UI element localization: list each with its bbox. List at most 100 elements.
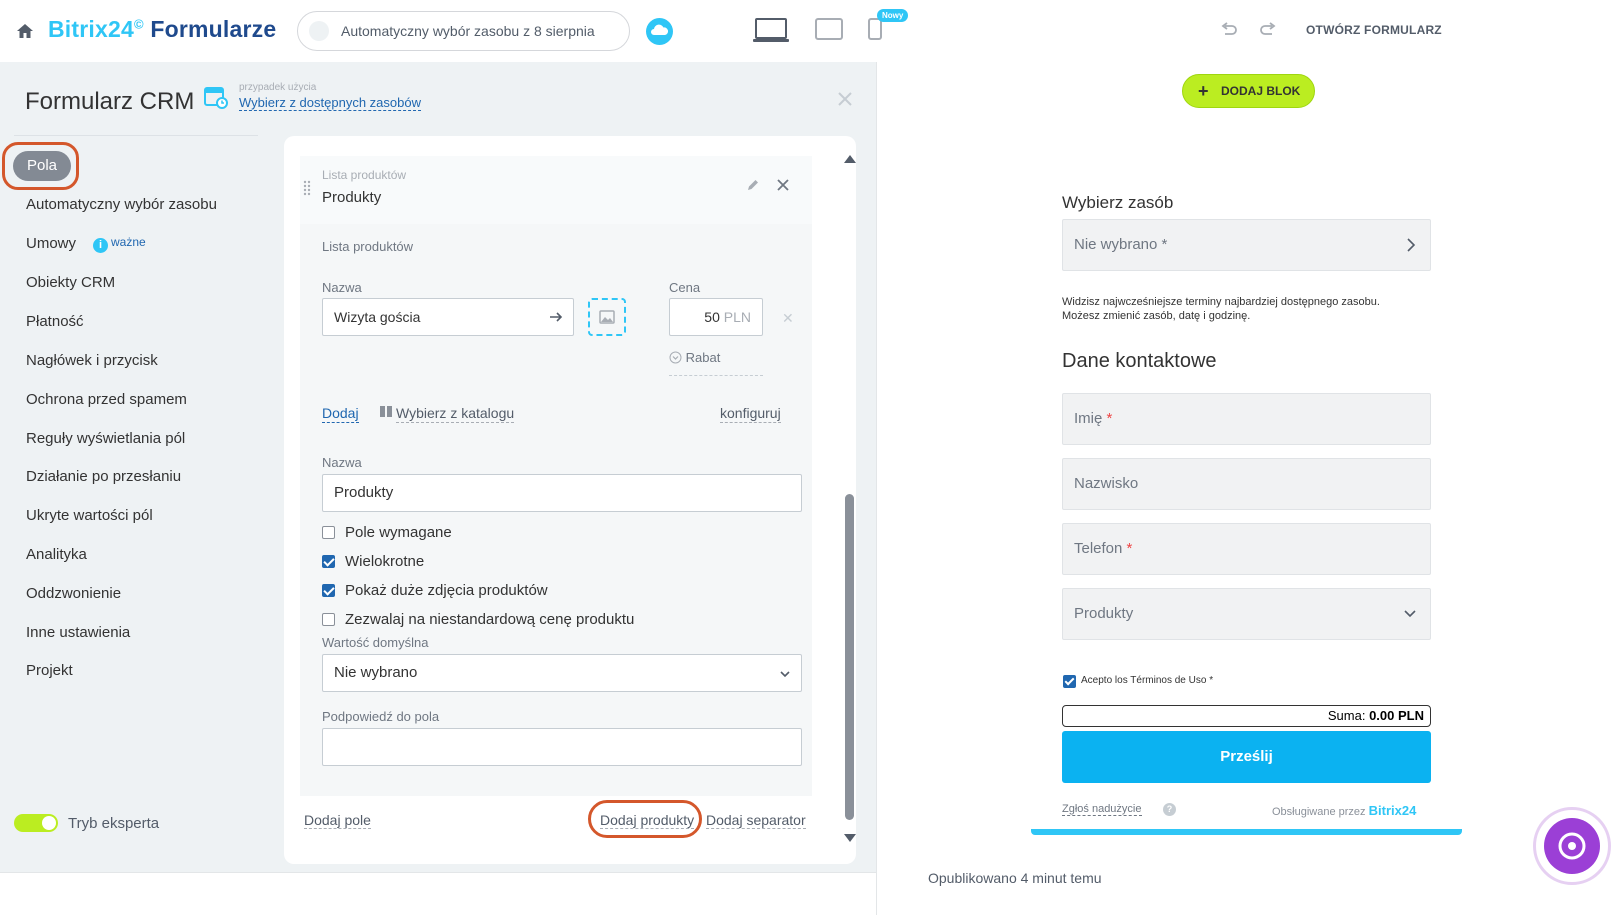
first-name-field[interactable]: Imię * [1062,393,1431,445]
product-image-upload[interactable] [588,298,626,336]
undo-icon[interactable] [1219,20,1239,40]
field-title: Produkty [322,189,382,206]
product-list-label: Lista produktów [322,239,414,254]
nav-item-umowy[interactable]: Umowy [26,235,76,252]
first-name-placeholder: Imię [1074,410,1103,427]
add-product-link[interactable]: Dodaj [322,404,359,423]
brand-name: Bitrix24 [48,16,134,42]
powered-by-label: Obsługiwane przez [1272,806,1366,818]
required-checkbox[interactable] [322,526,335,539]
products-placeholder: Produkty [1074,605,1134,622]
submit-button[interactable]: Prześlij [1062,731,1431,783]
expert-mode-label: Tryb eksperta [68,815,160,832]
nav-item-after-submit[interactable]: Działanie po przesłaniu [26,468,181,485]
scenario-icon [309,21,329,41]
field-name-label: Nazwa [322,455,362,470]
discount-toggle[interactable]: Rabat [669,350,720,365]
sum-value: 0.00 PLN [1369,708,1424,723]
add-block-button[interactable]: + DODAJ BLOK [1182,74,1315,108]
hint-input[interactable] [322,728,802,766]
nav-item-other-settings[interactable]: Inne ustawienia [26,624,130,641]
arrow-right-icon[interactable] [549,310,563,324]
pencil-icon[interactable] [746,178,760,192]
chevron-down-icon [669,351,682,364]
divider [14,135,258,136]
required-star: * [1106,410,1113,427]
default-value-select[interactable]: Nie wybrano [322,654,802,692]
last-name-field[interactable]: Nazwisko [1062,458,1431,510]
large-images-checkbox[interactable] [322,584,335,597]
terms-checkbox[interactable] [1063,675,1076,688]
nav-item-header-button[interactable]: Nagłówek i przycisk [26,352,158,369]
nav-item-callback[interactable]: Oddzwonienie [26,585,121,602]
field-header[interactable]: Lista produktów Produkty [300,156,812,224]
scrollbar-thumb[interactable] [845,494,854,820]
form-bottom-accent [1031,829,1462,835]
discount-line [669,375,763,376]
nav-item-hidden-values[interactable]: Ukryte wartości pól [26,507,153,524]
close-icon[interactable] [776,178,790,192]
price-currency: PLN [723,309,751,325]
important-badge[interactable]: i ważne [93,235,146,253]
terms-label[interactable]: Acepto los Términos de Uso * [1081,675,1213,686]
chevron-right-icon [1407,238,1416,252]
help-icon[interactable]: ? [1163,803,1176,816]
chat-icon [1544,818,1600,874]
usecase-link[interactable]: Wybierz z dostępnych zasobów [239,95,421,111]
scenario-text: Automatyczny wybór zasobu z 8 sierpnia [341,23,595,39]
discount-label: Rabat [685,350,721,365]
resource-select[interactable]: Nie wybrano * [1062,219,1431,271]
redo-icon[interactable] [1258,20,1278,40]
configure-link[interactable]: konfiguruj [720,404,781,423]
phone-field[interactable]: Telefon * [1062,523,1431,575]
nav-item-crm-objects[interactable]: Obiekty CRM [26,274,115,291]
highlight-ring [2,142,79,190]
resource-placeholder: Nie wybrano [1074,236,1158,253]
nav-item-display-rules[interactable]: Reguły wyświetlania pól [26,430,185,447]
published-status: Opublikowano 4 minut temu [928,870,1102,886]
required-star: * [1126,540,1133,557]
sum-label: Suma: [1327,708,1366,723]
expert-mode-toggle[interactable] [14,814,58,832]
top-bar: Bitrix24© Formularze Automatyczny wybór … [0,0,1616,62]
multiple-checkbox[interactable] [322,555,335,568]
custom-price-checkbox[interactable] [322,613,335,626]
home-icon[interactable] [16,22,34,40]
nav-item-design[interactable]: Projekt [26,662,73,679]
resource-title: Wybierz zasób [1062,193,1174,212]
drag-handle-icon[interactable] [303,180,311,196]
select-from-catalog-link[interactable]: Wybierz z katalogu [396,404,515,423]
nav-item-auto-resource[interactable]: Automatyczny wybór zasobu [26,196,217,213]
chat-widget-button[interactable] [1533,807,1611,885]
editor-title: Formularz CRM [25,88,195,115]
book-icon [379,405,393,423]
nav-item-payment[interactable]: Płatność [26,313,84,330]
remove-product-icon[interactable]: ✕ [782,310,794,327]
bitrix-logo[interactable]: Bitrix24 [1369,803,1417,818]
product-name-input[interactable]: Wizyta gościa [322,298,574,336]
multiple-label: Wielokrotne [345,553,425,570]
scenario-selector[interactable]: Automatyczny wybór zasobu z 8 sierpnia [297,11,630,51]
report-abuse-link[interactable]: Zgłoś nadużycie [1062,803,1142,816]
field-name-value: Produkty [334,484,394,501]
price-input[interactable]: 50 PLN [669,298,763,336]
nav-item-spam-protection[interactable]: Ochrona przed spamem [26,391,187,408]
brand-product: Formularze [150,16,277,42]
form-preview: + DODAJ BLOK Wybierz zasób Nie wybrano *… [876,62,1616,915]
products-select[interactable]: Produkty [1062,588,1431,640]
desktop-view-icon[interactable] [752,17,790,44]
open-form-button[interactable]: OTWÓRZ FORMULARZ [1306,23,1442,37]
close-icon[interactable] [836,90,854,108]
add-block-label: DODAJ BLOK [1221,84,1301,98]
chevron-down-icon [780,671,790,678]
add-field-button[interactable]: Dodaj pole [304,812,371,829]
field-name-input[interactable]: Produkty [322,474,802,512]
scroll-up-icon[interactable] [844,155,856,163]
resource-note-line: Widzisz najwcześniejsze terminy najbardz… [1062,296,1380,308]
cloud-save-icon[interactable] [646,18,673,45]
scroll-down-icon[interactable] [844,834,856,842]
nav-item-analytics[interactable]: Analityka [26,546,87,563]
add-separator-button[interactable]: Dodaj separator [706,812,806,829]
price-label: Cena [669,280,701,295]
tablet-view-icon[interactable] [815,18,843,40]
